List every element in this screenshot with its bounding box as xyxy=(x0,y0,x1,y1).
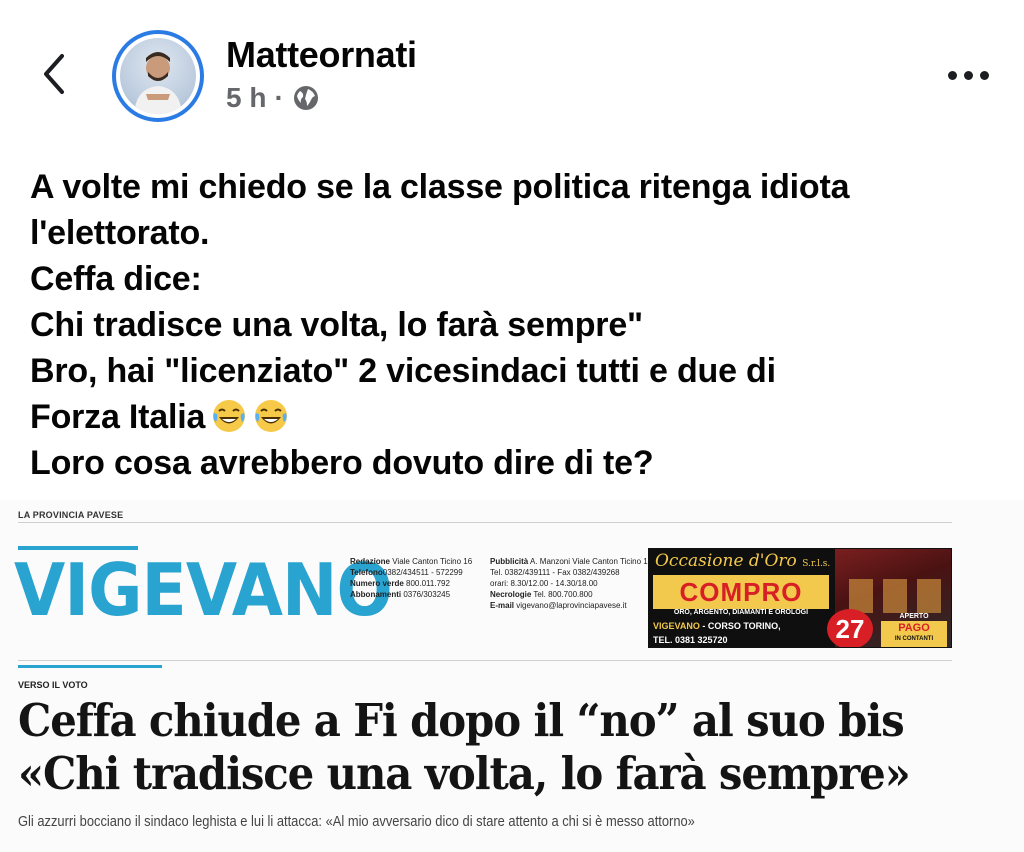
post-line: Forza Italia xyxy=(30,398,206,436)
contact-line: Redazione Viale Canton Ticino 16 xyxy=(350,557,473,566)
author-name[interactable]: Matteornati xyxy=(226,34,417,76)
post-meta: 5 h · xyxy=(226,82,320,114)
advertisement: Occasione d'Oro S.r.l.s. COMPRO ORO, ARG… xyxy=(648,548,952,648)
avatar[interactable] xyxy=(112,30,204,122)
article-subheadline: Gli azzurri bocciano il sindaco leghista… xyxy=(18,813,695,830)
joy-emoji-icon xyxy=(211,398,247,434)
divider xyxy=(18,522,952,523)
ad-pago: PAGO IN CONTANTI xyxy=(881,621,947,647)
post-time[interactable]: 5 h xyxy=(226,82,266,114)
section-accent-rule xyxy=(18,665,162,668)
contact-line: orari: 8.30/12.00 - 14.30/18.00 xyxy=(490,579,598,588)
post-text: A volte mi chiedo se la classe politica … xyxy=(30,164,1000,486)
contact-block-advertising: Pubblicità A. Manzoni Viale Canton Ticin… xyxy=(490,556,652,611)
contact-line: Pubblicità A. Manzoni Viale Canton Ticin… xyxy=(490,557,653,566)
contact-line: Tel. 0382/439111 - Fax 0382/439268 xyxy=(490,568,620,577)
newspaper-masthead: LA PROVINCIA PAVESE xyxy=(18,510,124,520)
post-line: l'elettorato. xyxy=(30,214,210,252)
meta-separator: · xyxy=(274,82,284,113)
post-line: Loro cosa avrebbero dovuto dire di te? xyxy=(30,444,654,482)
ad-compro: COMPRO xyxy=(653,575,829,609)
globe-icon xyxy=(292,84,320,112)
back-button[interactable] xyxy=(36,48,72,100)
post-line-with-emoji: Forza Italia xyxy=(30,394,1000,440)
joy-emoji-icon xyxy=(253,398,289,434)
article-kicker: VERSO IL VOTO xyxy=(18,680,88,690)
contact-line: Necrologie Tel. 800.700.800 xyxy=(490,590,593,599)
dot-icon xyxy=(947,70,957,80)
dot-icon xyxy=(979,70,989,80)
contact-line: E-mail vigevano@laprovinciapavese.it xyxy=(490,601,627,610)
post-line: Ceffa dice: xyxy=(30,260,202,298)
article-headline: Ceffa chiude a Fi dopo il “no” al suo bi… xyxy=(18,694,905,747)
ad-phone: TEL. 0381 325720 xyxy=(653,635,728,645)
contact-line: Telefono0382/434511 - 572299 xyxy=(350,568,463,577)
more-options-button[interactable] xyxy=(944,60,992,90)
newspaper-clipping-image[interactable]: LA PROVINCIA PAVESE VIGEVANO Redazione V… xyxy=(0,500,1024,852)
post-line: Chi tradisce una volta, lo farà sempre" xyxy=(30,306,643,344)
divider xyxy=(18,660,952,661)
section-title: VIGEVANO xyxy=(14,548,393,632)
contact-line: Abbonamenti 0376/303245 xyxy=(350,590,451,599)
ad-brand: Occasione d'Oro S.r.l.s. xyxy=(655,551,831,571)
contact-line: Numero verde 800.011.792 xyxy=(350,579,450,588)
ad-subtitle: ORO, ARGENTO, DIAMANTI E OROLOGI xyxy=(673,609,809,616)
ad-street-number: 27 xyxy=(827,609,873,647)
avatar-photo xyxy=(120,38,196,114)
chevron-left-icon xyxy=(44,54,64,94)
post-line: A volte mi chiedo se la classe politica … xyxy=(30,168,850,206)
ad-open: APERTO xyxy=(899,613,929,620)
ad-address: VIGEVANO - CORSO TORINO, xyxy=(653,621,781,631)
post-line: Bro, hai "licenziato" 2 vicesindaci tutt… xyxy=(30,352,776,390)
article-headline-quote: «Chi tradisce una volta, lo farà sempre» xyxy=(18,747,911,800)
dot-icon xyxy=(963,70,973,80)
contact-block-editorial: Redazione Viale Canton Ticino 16 Telefon… xyxy=(350,556,472,600)
